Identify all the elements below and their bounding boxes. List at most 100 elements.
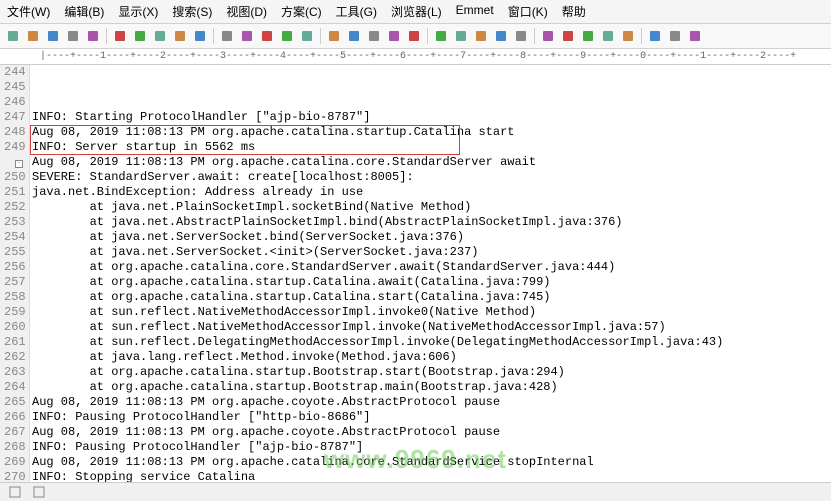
line-number[interactable]: 251 <box>4 185 23 200</box>
status-bar <box>0 482 831 500</box>
line-number[interactable]: 261 <box>4 335 23 350</box>
status-icon-2[interactable] <box>30 483 48 501</box>
line-number[interactable]: 249- <box>4 140 23 170</box>
line-number[interactable]: 262 <box>4 350 23 365</box>
line-number[interactable]: 244 <box>4 65 23 80</box>
zoom-icon[interactable] <box>619 27 637 45</box>
cut-icon[interactable] <box>131 27 149 45</box>
menu-item-5[interactable]: 方案(C) <box>278 2 325 21</box>
font-icon[interactable] <box>345 27 363 45</box>
log-line: at org.apache.catalina.startup.Bootstrap… <box>32 365 831 380</box>
line-number[interactable]: 259 <box>4 305 23 320</box>
redo-icon[interactable] <box>238 27 256 45</box>
line-number-gutter[interactable]: 244245246247248249-250251252253254255256… <box>0 65 30 490</box>
bullet1-icon[interactable] <box>512 27 530 45</box>
log-line: at java.net.ServerSocket.<init>(ServerSo… <box>32 245 831 260</box>
sort-icon[interactable] <box>579 27 597 45</box>
lowercase-icon[interactable] <box>365 27 383 45</box>
fold-toggle-icon[interactable]: - <box>15 160 23 168</box>
line-number[interactable]: 264 <box>4 380 23 395</box>
menu-item-4[interactable]: 视图(D) <box>223 2 270 21</box>
print-icon[interactable] <box>84 27 102 45</box>
line-number[interactable]: 265 <box>4 395 23 410</box>
saveall-icon[interactable] <box>64 27 82 45</box>
uppercase-icon[interactable] <box>385 27 403 45</box>
menu-item-9[interactable]: 窗口(K) <box>505 2 551 21</box>
line-number[interactable]: 255 <box>4 245 23 260</box>
log-line: at org.apache.catalina.startup.Catalina.… <box>32 275 831 290</box>
menu-item-10[interactable]: 帮助 <box>559 2 589 21</box>
line-number[interactable]: 245 <box>4 80 23 95</box>
log-line: at sun.reflect.DelegatingMethodAccessorI… <box>32 335 831 350</box>
toolbar-separator <box>320 28 321 44</box>
new-icon[interactable] <box>4 27 22 45</box>
line-number[interactable]: 269 <box>4 455 23 470</box>
extra2-icon[interactable] <box>666 27 684 45</box>
record-icon[interactable] <box>472 27 490 45</box>
line-number[interactable]: 257 <box>4 275 23 290</box>
toolbar-separator <box>641 28 642 44</box>
log-line: at sun.reflect.NativeMethodAccessorImpl.… <box>32 320 831 335</box>
menu-item-7[interactable]: 浏览器(L) <box>388 2 445 21</box>
delete-icon[interactable] <box>191 27 209 45</box>
log-line: INFO: Pausing ProtocolHandler ["http-bio… <box>32 410 831 425</box>
line-number[interactable]: 256 <box>4 260 23 275</box>
wrap-icon[interactable] <box>559 27 577 45</box>
log-line: at java.net.ServerSocket.bind(ServerSock… <box>32 230 831 245</box>
line-number[interactable]: 266 <box>4 410 23 425</box>
menu-item-3[interactable]: 搜索(S) <box>169 2 215 21</box>
highlight-icon[interactable] <box>298 27 316 45</box>
editor-area[interactable]: 244245246247248249-250251252253254255256… <box>0 65 831 490</box>
open-icon[interactable] <box>24 27 42 45</box>
line-number[interactable]: 246 <box>4 95 23 110</box>
line-number[interactable]: 267 <box>4 425 23 440</box>
line-number[interactable]: 252 <box>4 200 23 215</box>
menu-bar: 文件(W) 编辑(B) 显示(X) 搜索(S) 视图(D) 方案(C) 工具(G) 浏览器(L… <box>0 0 831 24</box>
menu-item-0[interactable]: 文件(W) <box>4 2 53 21</box>
log-line: Aug 08, 2019 11:08:13 PM org.apache.cata… <box>32 455 831 470</box>
save-icon[interactable] <box>44 27 62 45</box>
extra3-icon[interactable] <box>686 27 704 45</box>
outdent-icon[interactable] <box>432 27 450 45</box>
line-number[interactable]: 263 <box>4 365 23 380</box>
line-number[interactable]: 248 <box>4 125 23 140</box>
log-line: java.net.BindException: Address already … <box>32 185 831 200</box>
replace-icon[interactable] <box>278 27 296 45</box>
log-line: Aug 08, 2019 11:08:13 PM org.apache.cata… <box>32 125 831 140</box>
undo-icon[interactable] <box>218 27 236 45</box>
line-number[interactable]: 258 <box>4 290 23 305</box>
status-icon-1[interactable] <box>6 483 24 501</box>
play-icon[interactable] <box>492 27 510 45</box>
log-line: INFO: Starting ProtocolHandler ["ajp-bio… <box>32 110 831 125</box>
toolbar-separator <box>213 28 214 44</box>
log-line: at java.net.AbstractPlainSocketImpl.bind… <box>32 215 831 230</box>
code-content[interactable]: INFO: Starting ProtocolHandler ["ajp-bio… <box>30 65 831 490</box>
line-number[interactable]: 247 <box>4 110 23 125</box>
toolbar-separator <box>534 28 535 44</box>
line-number[interactable]: 253 <box>4 215 23 230</box>
bookmark-icon[interactable] <box>325 27 343 45</box>
preview-icon[interactable] <box>111 27 129 45</box>
run-icon[interactable] <box>599 27 617 45</box>
menu-item-1[interactable]: 编辑(B) <box>61 2 107 21</box>
log-line: Aug 08, 2019 11:08:13 PM org.apache.coyo… <box>32 395 831 410</box>
menu-item-6[interactable]: 工具(G) <box>333 2 380 21</box>
find-icon[interactable] <box>258 27 276 45</box>
line-number[interactable]: 250 <box>4 170 23 185</box>
toggle-icon[interactable] <box>452 27 470 45</box>
indent-icon[interactable] <box>405 27 423 45</box>
log-line: at java.net.PlainSocketImpl.socketBind(N… <box>32 200 831 215</box>
log-line: at sun.reflect.NativeMethodAccessorImpl.… <box>32 305 831 320</box>
copy-icon[interactable] <box>151 27 169 45</box>
log-line: at java.lang.reflect.Method.invoke(Metho… <box>32 350 831 365</box>
log-line: at org.apache.catalina.startup.Bootstrap… <box>32 380 831 395</box>
menu-item-8[interactable]: Emmet <box>453 2 497 21</box>
bullet2-icon[interactable] <box>539 27 557 45</box>
paste-icon[interactable] <box>171 27 189 45</box>
line-number[interactable]: 260 <box>4 320 23 335</box>
menu-item-2[interactable]: 显示(X) <box>115 2 161 21</box>
line-number[interactable]: 268 <box>4 440 23 455</box>
line-number[interactable]: 254 <box>4 230 23 245</box>
extra1-icon[interactable] <box>646 27 664 45</box>
ruler: |----+----1----+----2----+----3----+----… <box>0 49 831 65</box>
